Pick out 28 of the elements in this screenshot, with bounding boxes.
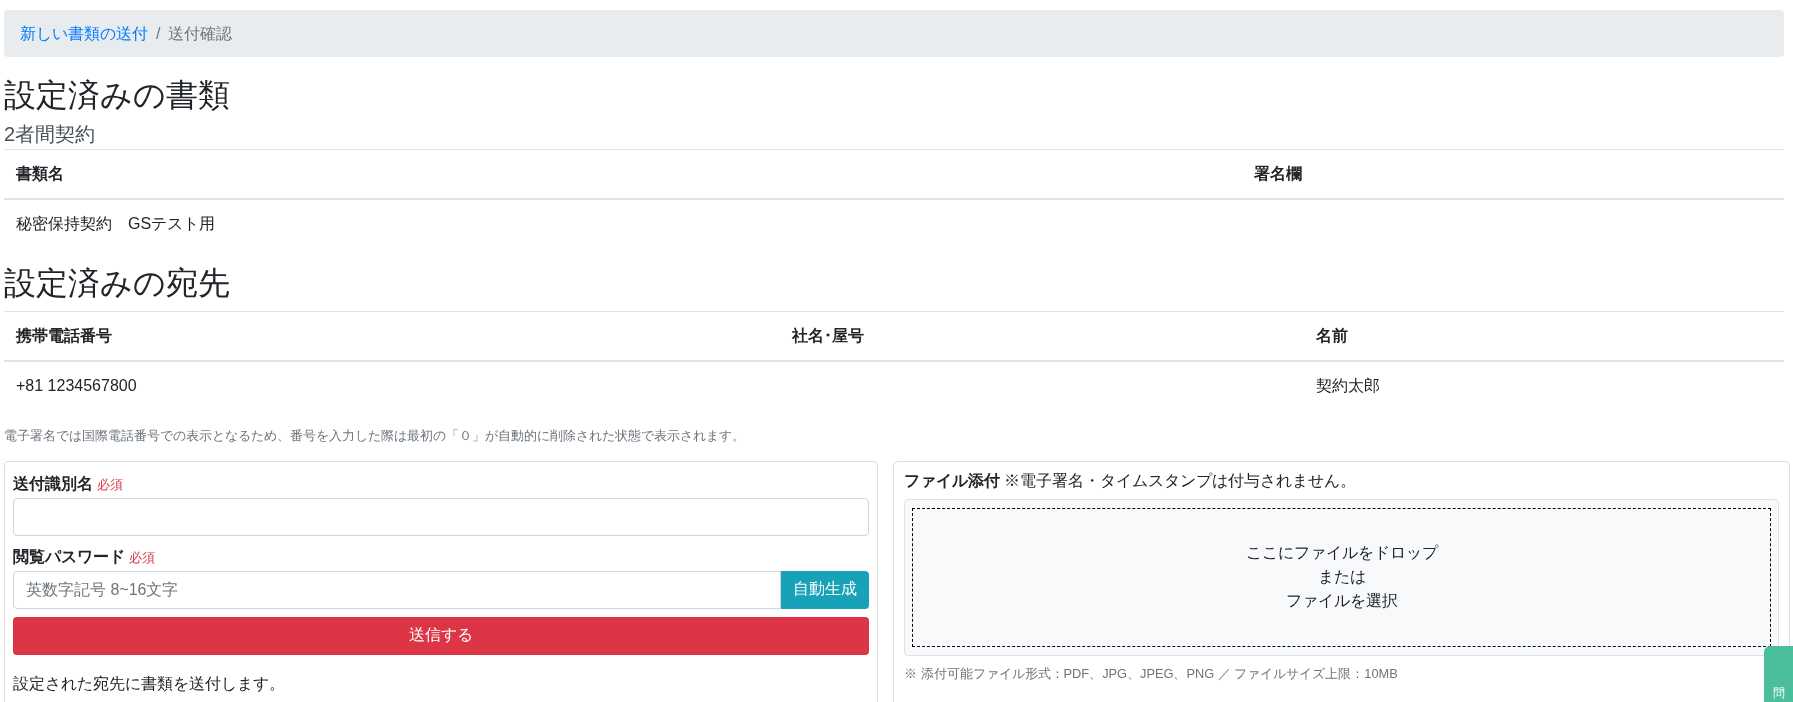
table-cell: +81 1234567800 <box>4 360 780 410</box>
section-heading: 設定済みの宛先 <box>4 264 231 303</box>
table-cell: 契約太郎 <box>1304 360 1784 410</box>
breadcrumb-link[interactable]: 新しい書類の送付 <box>20 21 148 46</box>
generate-button[interactable]: 自動生成 <box>781 570 869 609</box>
file-format-note: ※ 添付可能ファイル形式：PDF、JPG、JPEG、PNG ／ ファイルサイズ上限：10MB <box>904 664 1399 683</box>
required-label: 必須 <box>129 548 155 567</box>
file-drop-zone[interactable]: ここにファイルをドロップ または ファイルを選択 <box>912 507 1771 647</box>
form-description: 設定された宛先に書類を送付します。 <box>13 673 286 694</box>
phone-note: 電子署名では国際電話番号での表示となるため、番号を入力した際は最初の「０」が自動的に削除された状態で表示されます。 <box>4 426 746 445</box>
contract-type: 2者間契約 <box>4 122 97 147</box>
column-header: 携帯電話番号 <box>4 311 780 361</box>
send-button[interactable]: 送信する <box>13 616 869 655</box>
breadcrumb-separator: / <box>155 23 162 44</box>
column-header: 署名欄 <box>1242 149 1784 200</box>
column-header: 名前 <box>1304 311 1784 361</box>
column-header: 社名･屋号 <box>780 311 1304 361</box>
side-tab[interactable]: 問 <box>1764 646 1793 702</box>
attachment-label: ファイル添付 ※電子署名・タイムスタンプは付与されません。 <box>904 470 1358 491</box>
column-header: 書類名 <box>4 149 1242 200</box>
input-field[interactable] <box>13 497 869 536</box>
input-field[interactable]: 英数字記号 8~16文字 <box>13 570 781 609</box>
field-label: 閲覧パスワード <box>13 546 125 567</box>
breadcrumb-current: 送付確認 <box>168 23 233 44</box>
section-heading: 設定済みの書類 <box>4 76 231 115</box>
field-label: 送付識別名 <box>13 473 93 494</box>
table-cell: 秘密保持契約 GSテスト用 <box>4 199 1242 249</box>
required-label: 必須 <box>97 475 123 494</box>
